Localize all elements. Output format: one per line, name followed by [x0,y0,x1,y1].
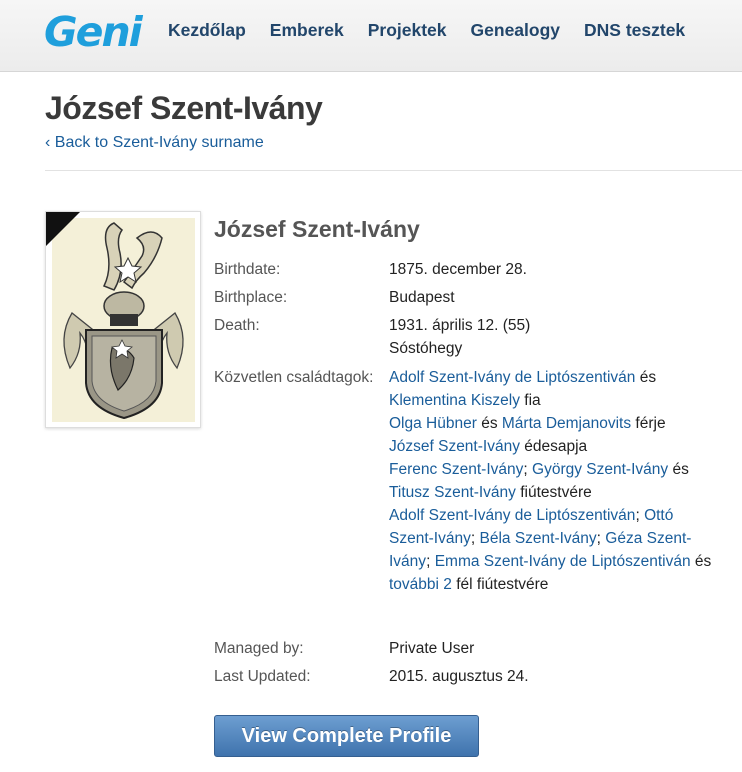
half-siblings-line: Adolf Szent-Ivány de Liptószentiván; Ott… [389,504,719,596]
site-header: Geni Kezdőlap Emberek Projektek Genealog… [0,0,742,72]
spouse-link[interactable]: Márta Demjanovits [502,415,631,432]
relation-text: fia [524,392,541,409]
relation-text: édesapja [524,438,588,455]
parent-link[interactable]: Klementina Kiszely [389,392,520,409]
separator: ; [635,507,640,524]
birthplace-value: Budapest [389,289,455,306]
memorial-ribbon-icon [46,212,80,246]
conjunction: és [672,461,689,478]
main-nav: Kezdőlap Emberek Projektek Genealogy DNS… [168,20,709,41]
nav-dns-tesztek[interactable]: DNS tesztek [584,20,685,41]
family-list: Adolf Szent-Ivány de Liptószentiván és K… [389,366,719,596]
sibling-link[interactable]: Ferenc Szent-Ivány [389,461,523,478]
conjunction: és [639,369,657,386]
half-sibling-link[interactable]: Emma Szent-Ivány de Liptószentiván [435,553,691,570]
death-label: Death: [214,317,260,334]
birthplace-label: Birthplace: [214,289,288,306]
last-updated-value: 2015. augusztus 24. [389,668,529,685]
sibling-link[interactable]: György Szent-Ivány [532,461,668,478]
sibling-link[interactable]: Titusz Szent-Ivány [389,484,516,501]
death-place: Sóstóhegy [389,340,463,357]
relation-text: fél fiútestvére [456,576,549,593]
nav-projektek[interactable]: Projektek [368,20,447,41]
half-sibling-link[interactable]: Adolf Szent-Ivány de Liptószentiván [389,507,635,524]
separator: ; [523,461,528,478]
spouse-link[interactable]: Olga Hübner [389,415,477,432]
separator: ; [470,530,476,547]
managed-by-value: Private User [389,640,475,657]
parents-line: Adolf Szent-Ivány de Liptószentiván és K… [389,366,719,412]
spouses-line: Olga Hübner és Márta Demjanovits férje [389,412,719,435]
nav-kezdolap[interactable]: Kezdőlap [168,20,246,41]
birthdate-value: 1875. december 28. [389,261,527,278]
back-to-surname-link[interactable]: ‹ Back to Szent-Ivány surname [45,134,264,152]
relation-text: fiútestvére [520,484,592,501]
death-value: 1931. április 12. (55) Sóstóhegy [389,314,719,360]
profile-name: József Szent-Ivány [214,216,420,242]
children-line: József Szent-Ivány édesapja [389,435,719,458]
divider [45,170,742,171]
coat-of-arms-image [52,218,195,422]
siblings-line: Ferenc Szent-Ivány; György Szent-Ivány é… [389,458,719,504]
death-date: 1931. április 12. (55) [389,317,531,334]
relation-text: férje [635,415,666,432]
parent-link[interactable]: Adolf Szent-Ivány de Liptószentiván [389,369,635,386]
profile-photo[interactable] [45,211,201,428]
birthdate-label: Birthdate: [214,261,281,278]
separator: ; [596,530,601,547]
nav-emberek[interactable]: Emberek [270,20,344,41]
managed-by-label: Managed by: [214,640,304,657]
more-relatives-link[interactable]: további 2 [389,576,452,593]
separator: ; [426,553,431,570]
half-sibling-link[interactable]: Béla Szent-Ivány [479,530,596,547]
family-label: Közvetlen családtagok: [214,369,374,386]
nav-genealogy[interactable]: Genealogy [471,20,560,41]
conjunction: és [694,553,712,570]
view-complete-profile-button[interactable]: View Complete Profile [214,715,479,757]
page-title: József Szent-Ivány [45,90,323,126]
last-updated-label: Last Updated: [214,668,311,685]
child-link[interactable]: József Szent-Ivány [389,438,520,455]
conjunction: és [481,415,498,432]
geni-logo[interactable]: Geni [44,8,143,56]
